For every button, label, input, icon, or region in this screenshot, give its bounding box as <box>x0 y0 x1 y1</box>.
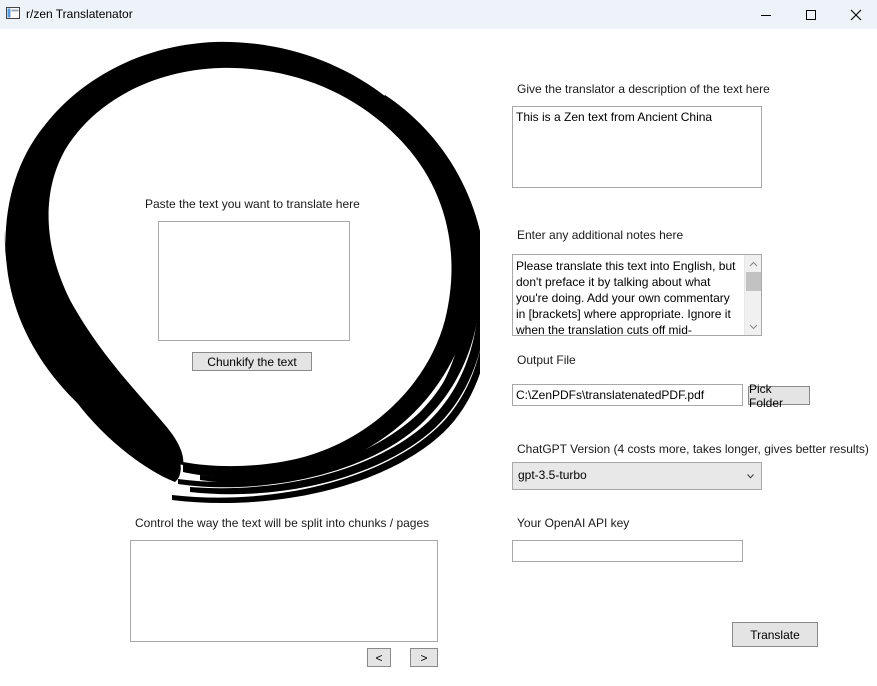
chevron-down-icon <box>747 474 754 479</box>
close-button[interactable] <box>833 0 877 29</box>
maximize-icon <box>806 9 816 20</box>
model-select[interactable]: gpt-3.5-turbo <box>512 462 762 490</box>
notes-label: Enter any additional notes here <box>517 228 684 242</box>
model-selected-value: gpt-3.5-turbo <box>518 468 587 482</box>
chunks-label: Control the way the text will be split i… <box>135 516 430 530</box>
title-bar[interactable]: r/zen Translatenator <box>0 0 877 29</box>
description-value: This is a Zen text from Ancient China <box>516 110 713 124</box>
description-input[interactable]: This is a Zen text from Ancient China <box>512 106 762 188</box>
app-window-icon <box>6 7 20 19</box>
notes-scrollbar[interactable] <box>744 255 761 335</box>
source-text-input[interactable] <box>158 221 350 341</box>
notes-input[interactable]: Please translate this text into English,… <box>512 254 762 336</box>
api-key-input[interactable] <box>512 540 743 562</box>
scroll-down-icon[interactable] <box>745 318 761 335</box>
maximize-button[interactable] <box>788 0 834 29</box>
scroll-thumb[interactable] <box>746 272 761 291</box>
notes-value: Please translate this text into English,… <box>516 259 736 336</box>
next-chunk-button[interactable]: > <box>410 648 438 667</box>
chunks-input[interactable] <box>130 540 438 642</box>
output-file-label: Output File <box>517 353 576 367</box>
minimize-button[interactable] <box>743 0 789 29</box>
chunkify-button[interactable]: Chunkify the text <box>192 352 312 371</box>
description-label: Give the translator a description of the… <box>517 82 770 96</box>
scroll-up-icon[interactable] <box>745 255 761 272</box>
previous-chunk-button[interactable]: < <box>367 648 391 667</box>
minimize-icon <box>761 14 771 16</box>
pick-folder-button[interactable]: Pick Folder <box>748 382 810 410</box>
model-label: ChatGPT Version (4 costs more, takes lon… <box>517 442 869 456</box>
api-key-label: Your OpenAI API key <box>517 516 630 530</box>
output-file-input[interactable] <box>512 384 743 406</box>
window-title: r/zen Translatenator <box>26 7 133 21</box>
close-icon <box>850 9 862 20</box>
source-text-label: Paste the text you want to translate her… <box>145 197 360 211</box>
translate-button[interactable]: Translate <box>732 622 818 647</box>
